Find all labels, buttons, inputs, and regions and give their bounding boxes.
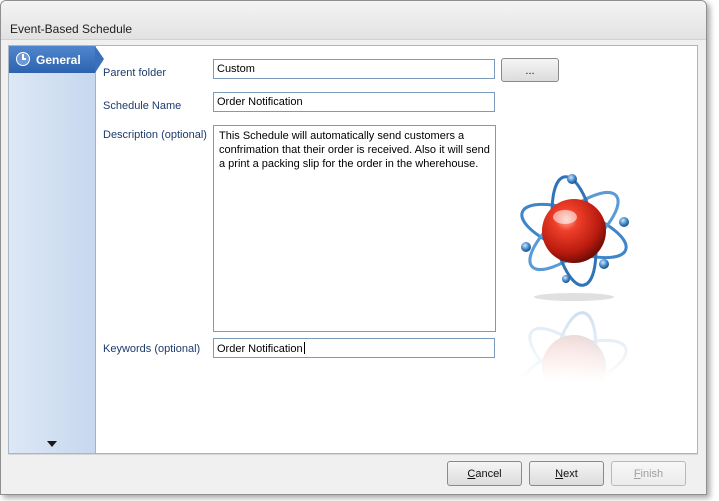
event-schedule-window: Event-Based Schedule General Parent fold… <box>0 0 707 495</box>
finish-label-mnemonic: F <box>633 468 641 480</box>
next-label-mnemonic: N <box>555 468 564 480</box>
atom-main <box>520 174 629 287</box>
nav-scroll-down-icon[interactable] <box>47 441 57 447</box>
schedule-name-label: Schedule Name <box>103 100 182 112</box>
finish-button[interactable]: Finish <box>611 461 686 486</box>
schedule-name-field[interactable]: Order Notification <box>213 92 495 112</box>
parent-folder-field[interactable]: Custom <box>213 59 495 79</box>
keywords-value: Order Notification <box>217 343 303 355</box>
next-button[interactable]: Next <box>529 461 604 486</box>
browse-button-label: ... <box>525 65 535 77</box>
footer-divider <box>8 454 698 455</box>
nav-panel: General <box>9 46 104 453</box>
clock-icon <box>16 52 30 66</box>
parent-folder-label: Parent folder <box>103 67 166 79</box>
cancel-button[interactable]: Cancel <box>447 461 522 486</box>
finish-label-suffix: inish <box>640 468 664 480</box>
keywords-field[interactable]: Order Notification <box>213 338 495 358</box>
description-textarea[interactable]: This Schedule will automatically send cu… <box>213 125 496 332</box>
description-label: Description (optional) <box>103 129 207 141</box>
cancel-label-suffix: ancel <box>475 468 502 480</box>
next-label-suffix: ext <box>563 468 578 480</box>
nav-item-general[interactable]: General <box>9 46 95 73</box>
browse-folder-button[interactable]: ... <box>501 58 559 82</box>
text-caret <box>303 342 305 354</box>
window-title: Event-Based Schedule <box>10 22 133 36</box>
nav-item-label: General <box>36 53 81 67</box>
atom-icon <box>512 174 636 381</box>
title-bar: Event-Based Schedule <box>1 1 706 40</box>
keywords-label: Keywords (optional) <box>103 343 201 355</box>
